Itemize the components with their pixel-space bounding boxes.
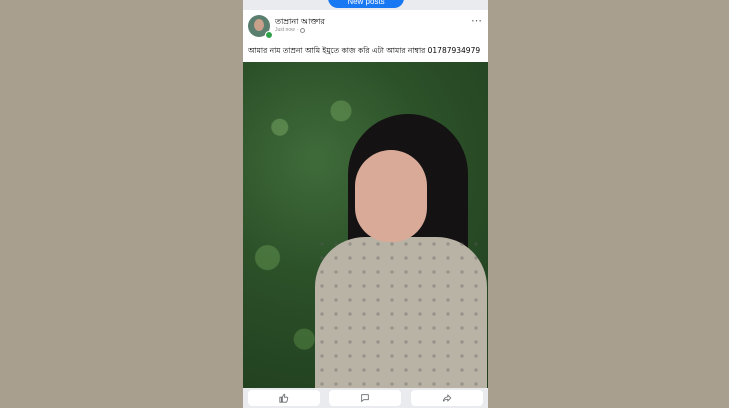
phone-screen: New posts তাম্রানা আক্তার Just now · ⋯ আ…: [243, 0, 488, 408]
new-posts-button[interactable]: New posts: [328, 0, 404, 8]
post-header: তাম্রানা আক্তার Just now · ⋯: [243, 10, 488, 42]
like-button[interactable]: [247, 390, 320, 406]
share-icon: [442, 394, 452, 402]
globe-icon: [300, 27, 306, 33]
post-timestamp[interactable]: Just now: [275, 27, 295, 33]
meta-separator: ·: [296, 27, 299, 33]
post-photo[interactable]: [243, 62, 488, 388]
feed-post: তাম্রানা আক্তার Just now · ⋯ আমার নাম তা…: [243, 10, 488, 388]
post-action-bar: [243, 388, 488, 408]
post-meta: Just now ·: [275, 27, 306, 33]
online-status-dot: [265, 31, 273, 39]
thumbs-up-icon: [279, 393, 288, 403]
photo-subject-clothing: [315, 237, 487, 388]
avatar-face: [254, 19, 264, 31]
comment-button[interactable]: [329, 390, 402, 406]
more-options-icon[interactable]: ⋯: [471, 14, 482, 27]
comment-icon: [361, 394, 370, 403]
photo-subject-face: [355, 150, 427, 242]
post-caption: আমার নাম তাম্রনা আমি ইমুতে কাজ করি এটা আ…: [248, 46, 481, 55]
share-button[interactable]: [411, 390, 484, 406]
